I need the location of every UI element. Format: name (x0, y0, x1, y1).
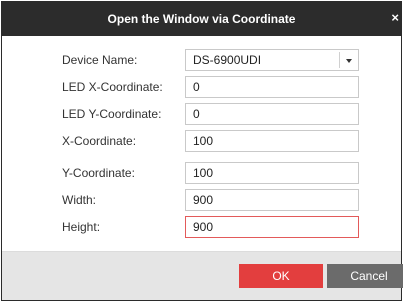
device-name-label: Device Name: (62, 53, 138, 67)
dialog-title: Open the Window via Coordinate (107, 12, 296, 26)
led-y-row: LED Y-Coordinate: (2, 103, 401, 125)
led-x-row: LED X-Coordinate: (2, 76, 401, 98)
y-coordinate-field (185, 162, 359, 184)
height-label: Height: (62, 220, 101, 234)
led-y-coordinate-input[interactable] (186, 104, 358, 124)
y-coordinate-label: Y-Coordinate: (62, 166, 135, 180)
x-coordinate-input[interactable] (186, 131, 358, 151)
device-name-row: Device Name: DS-6900UDI (2, 49, 401, 71)
width-label: Width: (62, 193, 97, 207)
height-input[interactable] (186, 217, 358, 237)
height-field (185, 216, 359, 238)
ok-button[interactable]: OK (239, 264, 323, 288)
led-x-coordinate-input[interactable] (186, 77, 358, 97)
select-divider (339, 52, 340, 68)
coordinate-window-dialog: Open the Window via Coordinate × Device … (1, 1, 403, 301)
x-coordinate-row: X-Coordinate: (2, 130, 401, 152)
device-name-value: DS-6900UDI (193, 53, 262, 67)
cancel-button[interactable]: Cancel (327, 264, 403, 288)
x-coordinate-field (185, 130, 359, 152)
led-y-coordinate-field (185, 103, 359, 125)
chevron-down-icon[interactable] (346, 59, 352, 63)
device-name-select[interactable]: DS-6900UDI (185, 49, 359, 71)
width-field (185, 189, 359, 211)
dialog-footer: OK Cancel (2, 251, 403, 300)
led-x-coordinate-field (185, 76, 359, 98)
dialog-titlebar: Open the Window via Coordinate × (2, 2, 401, 36)
y-coordinate-row: Y-Coordinate: (2, 162, 401, 184)
width-row: Width: (2, 189, 401, 211)
x-coordinate-label: X-Coordinate: (62, 134, 137, 148)
width-input[interactable] (186, 190, 358, 210)
led-y-coordinate-label: LED Y-Coordinate: (62, 107, 162, 121)
height-row: Height: (2, 216, 401, 238)
led-x-coordinate-label: LED X-Coordinate: (62, 80, 163, 94)
close-icon[interactable]: × (391, 10, 399, 25)
y-coordinate-input[interactable] (186, 163, 358, 183)
